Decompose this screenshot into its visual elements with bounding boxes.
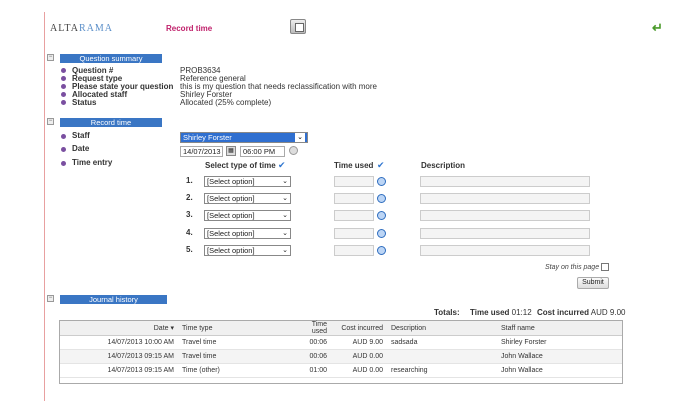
- time-input[interactable]: 06:00 PM: [240, 146, 285, 157]
- clock-icon[interactable]: [377, 194, 386, 203]
- clock-icon[interactable]: [377, 177, 386, 186]
- question-summary-header: Question summary: [60, 54, 162, 63]
- table-row[interactable]: 14/07/2013 10:00 AM Travel time 00:06 AUD 9…: [60, 335, 622, 350]
- totals-label: Totals:: [434, 308, 460, 317]
- time-type-select[interactable]: [Select option] ⌄: [204, 176, 291, 187]
- description-input[interactable]: [420, 210, 590, 221]
- clock-icon[interactable]: [377, 211, 386, 220]
- clock-icon[interactable]: [377, 246, 386, 255]
- time-type-select[interactable]: [Select option] ⌄: [204, 193, 291, 204]
- time-type-select[interactable]: [Select option] ⌄: [204, 210, 291, 221]
- staff-select[interactable]: Shirley Forster ⌄: [180, 132, 308, 143]
- bullet-icon: [61, 84, 66, 89]
- table-cell: AUD 0.00: [331, 363, 387, 378]
- col-time-used-header[interactable]: Time used: [293, 321, 331, 336]
- time-used-input[interactable]: [334, 193, 374, 204]
- journal-table: Date ▾ Time type Time used Cost incurred…: [60, 321, 622, 378]
- table-cell: AUD 0.00: [331, 349, 387, 364]
- back-arrow-icon[interactable]: ↵: [652, 20, 663, 36]
- bullet-icon: [61, 76, 66, 81]
- table-cell: [387, 349, 497, 364]
- page-title: Record time: [166, 24, 213, 33]
- table-cell: Time (other): [178, 363, 293, 378]
- table-cell: AUD 9.00: [331, 335, 387, 350]
- table-cell: researching: [387, 363, 497, 378]
- row-number: 3.: [186, 210, 193, 219]
- table-cell: 14/07/2013 09:15 AM: [60, 349, 178, 364]
- stay-on-page-checkbox[interactable]: [601, 263, 609, 271]
- summary-field-label: Status: [72, 98, 97, 107]
- description-header: Description: [421, 161, 466, 170]
- time-used-input[interactable]: [334, 245, 374, 256]
- stay-on-page-label: Stay on this page: [545, 264, 600, 271]
- time-type-select[interactable]: [Select option] ⌄: [204, 245, 291, 256]
- calendar-icon[interactable]: ▦: [226, 146, 236, 156]
- row-number: 4.: [186, 228, 193, 237]
- bullet-icon: [61, 147, 66, 152]
- table-cell: 14/07/2013 09:15 AM: [60, 363, 178, 378]
- left-border-line: [44, 12, 45, 401]
- description-input[interactable]: [420, 176, 590, 187]
- row-number: 1.: [186, 176, 193, 185]
- clock-icon[interactable]: [289, 146, 298, 155]
- bullet-icon: [61, 134, 66, 139]
- bullet-icon: [61, 68, 66, 73]
- altarama-logo: ALTARAMA: [50, 23, 113, 34]
- check-icon: ✔: [278, 160, 286, 170]
- col-date-header[interactable]: Date ▾: [60, 321, 178, 336]
- col-staff-header[interactable]: Staff name: [497, 321, 622, 336]
- table-cell: 00:06: [293, 335, 331, 350]
- bullet-icon: [61, 100, 66, 105]
- description-input[interactable]: [420, 245, 590, 256]
- check-icon: ✔: [377, 160, 385, 170]
- table-cell: 14/07/2013 10:00 AM: [60, 335, 178, 350]
- col-cost-header[interactable]: Cost incurred: [331, 321, 387, 336]
- select-type-header: Select type of time: [205, 161, 276, 170]
- collapse-journal-icon[interactable]: −: [47, 295, 54, 302]
- table-cell: 01:00: [293, 363, 331, 378]
- table-cell: Travel time: [178, 349, 293, 364]
- row-number: 2.: [186, 193, 193, 202]
- table-cell: Travel time: [178, 335, 293, 350]
- date-input[interactable]: 14/07/2013: [180, 146, 223, 157]
- time-entry-label: Time entry: [72, 158, 113, 167]
- totals-time-used: Time used 01:12: [470, 308, 532, 317]
- date-label: Date: [72, 144, 90, 153]
- table-cell: John Wallace: [497, 363, 622, 378]
- bullet-icon: [61, 92, 66, 97]
- summary-field-value: Allocated (25% complete): [180, 98, 272, 107]
- table-row[interactable]: 14/07/2013 09:15 AM Time (other) 01:00 AUD …: [60, 363, 622, 378]
- submit-button[interactable]: Submit: [577, 277, 609, 289]
- save-icon[interactable]: [290, 19, 306, 34]
- table-cell: Shirley Forster: [497, 335, 622, 350]
- row-number: 5.: [186, 245, 193, 254]
- table-cell: sadsada: [387, 335, 497, 350]
- totals-cost-incurred: Cost incurred AUD 9.00: [537, 308, 626, 317]
- description-input[interactable]: [420, 228, 590, 239]
- collapse-question-summary-icon[interactable]: −: [47, 54, 54, 61]
- staff-label: Staff: [72, 131, 90, 140]
- table-cell: 00:06: [293, 349, 331, 364]
- record-time-header: Record time: [60, 118, 162, 127]
- bullet-icon: [61, 161, 66, 166]
- collapse-record-time-icon[interactable]: −: [47, 118, 54, 125]
- journal-history-header: Journal history: [60, 295, 167, 304]
- time-used-input[interactable]: [334, 228, 374, 239]
- time-used-input[interactable]: [334, 176, 374, 187]
- time-used-header: Time used: [334, 161, 374, 170]
- time-type-select[interactable]: [Select option] ⌄: [204, 228, 291, 239]
- time-used-input[interactable]: [334, 210, 374, 221]
- table-row[interactable]: 14/07/2013 09:15 AM Travel time 00:06 AUD 0…: [60, 349, 622, 364]
- description-input[interactable]: [420, 193, 590, 204]
- col-description-header[interactable]: Description: [387, 321, 497, 336]
- clock-icon[interactable]: [377, 229, 386, 238]
- table-cell: John Wallace: [497, 349, 622, 364]
- col-time-type-header[interactable]: Time type: [178, 321, 293, 336]
